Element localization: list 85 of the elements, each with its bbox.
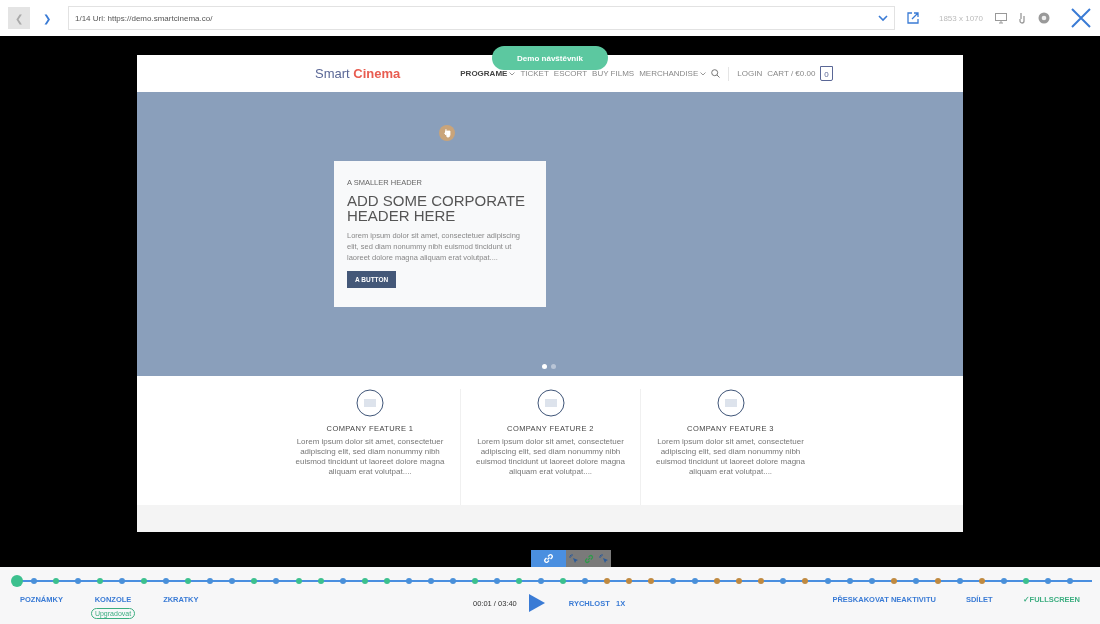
feature-icon xyxy=(716,389,745,417)
browser-icon[interactable] xyxy=(1038,12,1050,24)
event-marker[interactable] xyxy=(1044,578,1051,584)
event-marker[interactable] xyxy=(427,578,434,584)
event-marker[interactable] xyxy=(604,578,611,584)
event-marker[interactable] xyxy=(956,578,963,584)
play-icon[interactable] xyxy=(528,594,545,612)
event-marker[interactable] xyxy=(273,578,280,584)
event-marker[interactable] xyxy=(780,578,787,584)
event-marker[interactable] xyxy=(868,578,875,584)
forward-button[interactable]: ❯ xyxy=(36,7,58,29)
nav-link[interactable]: MERCHANDISE xyxy=(639,69,707,78)
monitor-icon[interactable] xyxy=(995,12,1007,24)
login-link[interactable]: LOGIN xyxy=(737,69,763,78)
event-marker[interactable] xyxy=(449,578,456,584)
event-marker[interactable] xyxy=(934,578,941,584)
event-marker[interactable] xyxy=(229,578,236,584)
event-marker[interactable] xyxy=(582,578,589,584)
event-marker[interactable] xyxy=(317,578,324,584)
event-marker[interactable] xyxy=(626,578,633,584)
event-marker[interactable] xyxy=(714,578,721,584)
event-marker[interactable] xyxy=(339,578,346,584)
event-marker[interactable] xyxy=(119,578,126,584)
event-marker[interactable] xyxy=(251,578,258,584)
event-marker[interactable] xyxy=(560,578,566,584)
playhead-handle[interactable] xyxy=(11,575,24,587)
feature-text: Lorem ipsum dolor sit amet, consectetuer adipiscing elit, sed diam nonummy nibh euismod tincidunt ut laoreet dolore magna aliquam erat volutpat.... xyxy=(655,437,806,477)
event-marker[interactable] xyxy=(802,578,809,584)
hero-title: ADD SOME CORPORATE HEADER HERE xyxy=(347,193,527,223)
event-marker[interactable] xyxy=(361,578,368,584)
nav-link[interactable]: ESCORT xyxy=(553,69,588,78)
cart-link[interactable]: CART / €0.00 xyxy=(767,69,816,78)
event-marker[interactable] xyxy=(758,578,765,584)
cart-count[interactable]: 0 xyxy=(820,66,833,81)
event-marker[interactable] xyxy=(1066,578,1073,584)
nav-link[interactable]: BUY FILMS xyxy=(592,69,635,78)
event-marker[interactable] xyxy=(648,578,655,584)
nav-link[interactable]: TICKET xyxy=(520,69,549,78)
link-button[interactable] xyxy=(531,550,566,567)
event-marker[interactable] xyxy=(692,578,699,584)
event-marker[interactable] xyxy=(537,578,544,584)
visitor-badge: Demo návštěvník xyxy=(492,46,608,70)
cursor-click-icon[interactable] xyxy=(568,553,579,564)
close-icon[interactable] xyxy=(1070,7,1092,29)
event-marker[interactable] xyxy=(31,578,38,584)
event-marker[interactable] xyxy=(670,578,677,584)
external-link-icon[interactable] xyxy=(906,12,919,24)
event-marker[interactable] xyxy=(405,578,412,584)
search-icon[interactable] xyxy=(711,69,721,78)
event-marker[interactable] xyxy=(912,578,919,584)
event-marker[interactable] xyxy=(890,578,897,584)
site-logo[interactable]: Smart Cinema xyxy=(315,66,401,81)
caret-icon[interactable] xyxy=(509,71,516,76)
url-field[interactable]: 1/14 Url: https://demo.smartcinema.co/ xyxy=(68,6,895,30)
event-marker[interactable] xyxy=(471,578,478,584)
event-marker[interactable] xyxy=(141,578,148,584)
event-marker[interactable] xyxy=(846,578,853,584)
feature-text: Lorem ipsum dolor sit amet, consectetuer adipiscing elit, sed diam nonummy nibh euismod tincidunt ut laoreet dolore magna aliquam erat volutpat.... xyxy=(294,437,446,477)
pointer-icon[interactable] xyxy=(1019,12,1026,24)
event-marker[interactable] xyxy=(53,578,60,584)
slide-dot[interactable] xyxy=(551,364,556,369)
event-marker[interactable] xyxy=(185,578,192,584)
event-marker[interactable] xyxy=(978,578,985,584)
event-marker[interactable] xyxy=(97,578,104,584)
chevron-down-icon[interactable] xyxy=(877,14,888,22)
event-marker[interactable] xyxy=(383,578,390,584)
event-marker[interactable] xyxy=(493,578,500,584)
event-marker[interactable] xyxy=(75,578,82,584)
cursor-icon xyxy=(439,125,455,141)
event-marker[interactable] xyxy=(1000,578,1007,584)
feature-icon xyxy=(536,389,565,417)
event-marker[interactable] xyxy=(295,578,302,584)
feature-text: Lorem ipsum dolor sit amet, consectetuer adipiscing elit, sed diam nonummy nibh euismod tincidunt ut laoreet dolore magna aliquam erat volutpat.... xyxy=(475,437,626,477)
feature-icon xyxy=(356,389,384,417)
event-marker[interactable] xyxy=(207,578,214,584)
caret-icon[interactable] xyxy=(700,71,707,76)
event-marker[interactable] xyxy=(1022,578,1029,584)
slide-dot[interactable] xyxy=(542,364,547,369)
event-marker[interactable] xyxy=(824,578,831,584)
cursor-click-icon[interactable] xyxy=(598,553,609,564)
event-marker[interactable] xyxy=(736,578,743,584)
event-marker[interactable] xyxy=(515,578,522,584)
event-marker[interactable] xyxy=(163,578,170,584)
link-icon xyxy=(543,553,554,564)
nav-link[interactable]: PROGRAME xyxy=(460,69,516,78)
